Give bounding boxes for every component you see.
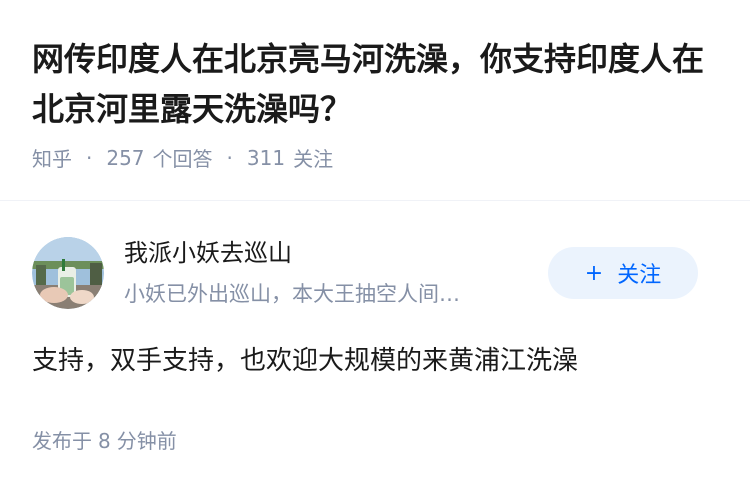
author-bio: 小妖已外出巡山，本大王抽空人间… — [124, 282, 460, 306]
answers-count: 257 — [106, 145, 145, 170]
answer-content[interactable]: 支持，双手支持，也欢迎大规模的来黄浦江洗澡 — [32, 342, 722, 380]
follow-button-label: 关注 — [617, 263, 662, 288]
follow-button[interactable]: + 关注 — [548, 247, 698, 299]
plus-icon: + — [584, 260, 604, 286]
source-label[interactable]: 知乎 — [32, 143, 72, 172]
followers-count: 311 — [246, 145, 286, 170]
question-header: 网传印度人在北京亮马河洗澡，你支持印度人在北京河里露天洗澡吗？ 知乎 · 257… — [0, 0, 750, 200]
question-title[interactable]: 网传印度人在北京亮马河洗澡，你支持印度人在北京河里露天洗澡吗？ — [32, 34, 732, 134]
answer-card: 我派小妖去巡山 小妖已外出巡山，本大王抽空人间… + 关注 支持，双手支持，也欢… — [0, 201, 750, 490]
time-unit: 分钟前 — [116, 429, 177, 453]
followers-label: 关注 — [293, 147, 334, 171]
meta-separator: · — [226, 145, 233, 170]
time-prefix: 发布于 — [32, 429, 92, 453]
time-value: 8 — [98, 429, 111, 453]
answer-timestamp: 发布于 8 分钟前 — [32, 425, 177, 454]
meta-separator: · — [86, 145, 93, 170]
author-avatar[interactable] — [32, 237, 104, 309]
question-meta: 知乎 · 257 个回答 · 311 关注 — [32, 143, 333, 172]
answers-label[interactable]: 个回答 — [153, 143, 213, 172]
avatar-photo-icon — [32, 237, 104, 309]
author-name[interactable]: 我派小妖去巡山 — [124, 237, 292, 269]
